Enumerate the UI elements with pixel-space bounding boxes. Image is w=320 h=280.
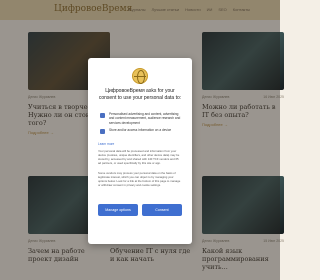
consent-dialog: ЦифровоеВремя asks for your consent to u…	[88, 58, 192, 244]
consent-title: ЦифровоеВремя asks for your consent to u…	[98, 88, 182, 101]
purpose-text: Personalised advertising and content, ad…	[109, 112, 181, 125]
people-icon	[100, 113, 105, 118]
device-icon	[100, 129, 105, 134]
consent-purpose: Personalised advertising and content, ad…	[100, 112, 184, 125]
manage-options-button[interactable]: Manage options	[98, 204, 138, 216]
globe-icon	[132, 68, 148, 84]
learn-more-link[interactable]: Learn more	[98, 142, 182, 146]
consent-paragraph: Some vendors may process your personal d…	[98, 171, 181, 187]
purpose-text: Store and/or access information on a dev…	[109, 128, 172, 132]
consent-purpose: Store and/or access information on a dev…	[100, 128, 184, 134]
consent-button[interactable]: Consent	[142, 204, 182, 216]
consent-paragraph: Your personal data will be processed and…	[98, 149, 180, 165]
